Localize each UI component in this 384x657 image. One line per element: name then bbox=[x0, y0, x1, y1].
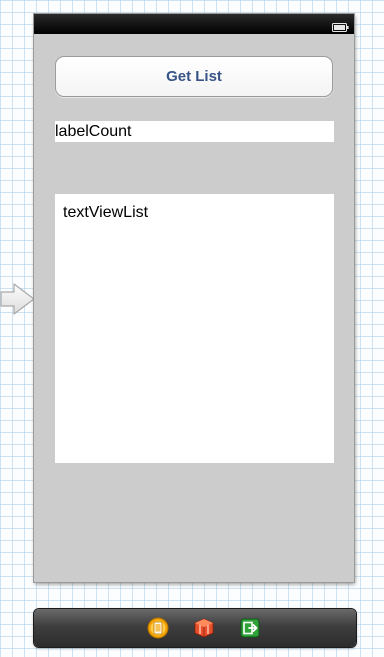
first-responder-cube-icon[interactable] bbox=[193, 617, 215, 639]
label-count[interactable]: labelCount bbox=[55, 121, 334, 142]
status-bar bbox=[34, 14, 354, 34]
scene-dock bbox=[34, 609, 356, 647]
initial-view-controller-arrow-icon[interactable] bbox=[0, 282, 36, 316]
exit-icon[interactable] bbox=[239, 617, 261, 639]
text-view-list-text: textViewList bbox=[63, 204, 149, 221]
text-view-list[interactable]: textViewList bbox=[55, 194, 334, 463]
view-controller-scene: Get List labelCount textViewList bbox=[34, 14, 354, 582]
battery-icon bbox=[332, 19, 349, 32]
storyboard-canvas: { "scene": { "get_list_button_label": "G… bbox=[0, 0, 384, 657]
get-list-button[interactable]: Get List bbox=[55, 56, 333, 97]
view-controller-icon[interactable] bbox=[147, 617, 169, 639]
